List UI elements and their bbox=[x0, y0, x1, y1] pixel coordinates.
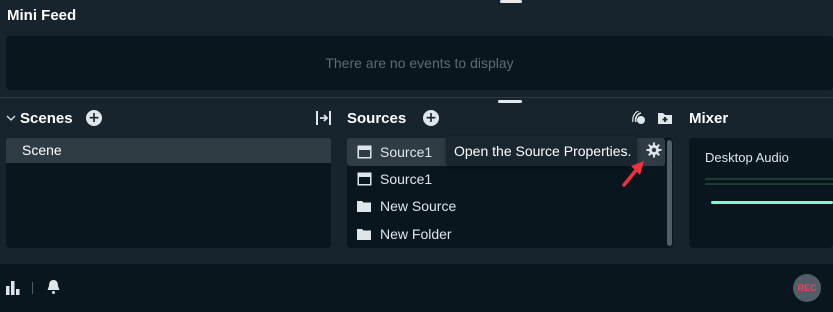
source-item-label: New Folder bbox=[380, 226, 452, 242]
volume-meter bbox=[705, 178, 833, 180]
source-folder-item[interactable]: New Source bbox=[347, 192, 665, 220]
section-divider bbox=[0, 97, 833, 98]
sources-title: Sources bbox=[347, 110, 407, 127]
panel-resize-handle[interactable] bbox=[498, 100, 522, 103]
source-item[interactable]: Source1 bbox=[347, 165, 665, 193]
window-icon bbox=[357, 172, 372, 186]
mini-feed-panel: There are no events to display bbox=[6, 36, 833, 90]
scenes-title: Scenes bbox=[20, 110, 73, 127]
folder-icon bbox=[357, 201, 371, 212]
source-item-label: Source1 bbox=[380, 171, 433, 187]
folder-icon bbox=[357, 229, 371, 240]
sources-scrollbar[interactable] bbox=[667, 140, 672, 246]
gear-icon[interactable] bbox=[646, 142, 662, 158]
mixer-channel-label: Desktop Audio bbox=[705, 150, 789, 165]
source-item-label: New Source bbox=[380, 198, 457, 214]
performance-stats-icon[interactable] bbox=[6, 280, 21, 295]
mini-feed-empty-message: There are no events to display bbox=[325, 55, 514, 71]
add-folder-icon[interactable] bbox=[657, 110, 673, 126]
selective-recording-icon[interactable] bbox=[632, 111, 648, 126]
top-drag-handle[interactable] bbox=[500, 0, 522, 3]
source-properties-tooltip: Open the Source Properties. bbox=[446, 136, 637, 166]
footer-bar bbox=[0, 264, 833, 312]
notifications-bell-icon[interactable] bbox=[46, 279, 61, 295]
add-source-button[interactable]: + bbox=[423, 110, 439, 126]
footer-divider bbox=[32, 282, 33, 294]
window-icon bbox=[357, 145, 372, 159]
scene-item[interactable]: Scene bbox=[6, 138, 331, 163]
toggle-layout-icon[interactable] bbox=[315, 110, 332, 126]
record-button[interactable]: REC bbox=[793, 274, 821, 302]
mini-feed-title: Mini Feed bbox=[7, 7, 77, 24]
volume-meter bbox=[705, 183, 833, 185]
annotation-arrow-icon bbox=[622, 161, 644, 187]
collapse-chevron-icon[interactable] bbox=[6, 112, 16, 124]
source-item-label: Source1 bbox=[380, 144, 433, 160]
volume-slider[interactable] bbox=[711, 201, 833, 204]
source-folder-item[interactable]: New Folder bbox=[347, 220, 665, 248]
mixer-title: Mixer bbox=[689, 110, 729, 127]
add-scene-button[interactable]: + bbox=[86, 110, 102, 126]
